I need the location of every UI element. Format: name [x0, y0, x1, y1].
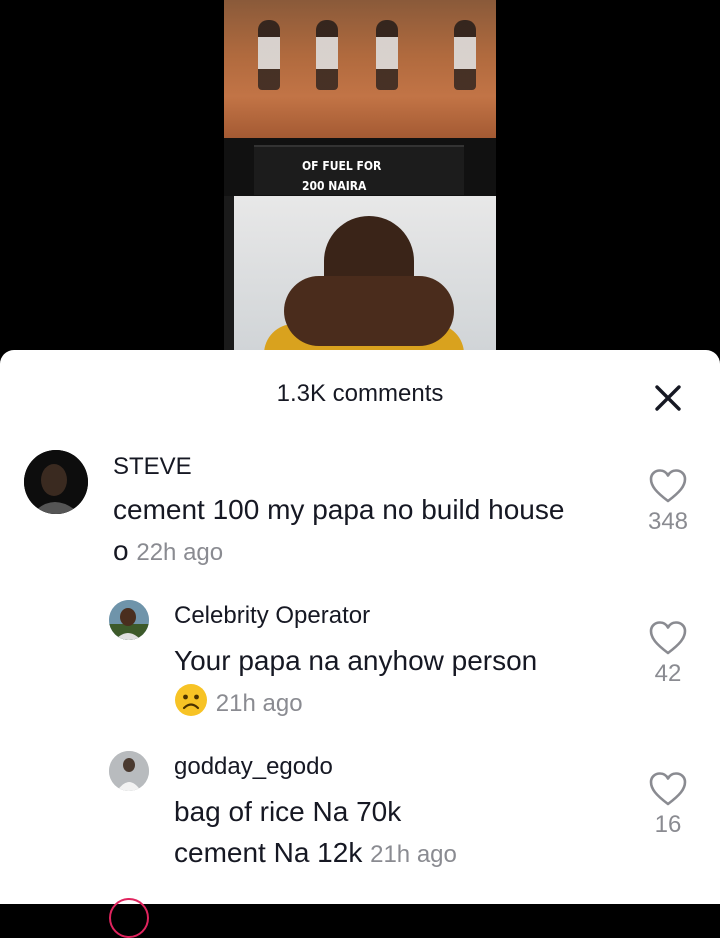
comment-item: STEVE cement 100 my papa no build house … — [0, 450, 720, 580]
close-button[interactable] — [648, 378, 688, 418]
avatar[interactable] — [109, 751, 149, 791]
comments-sheet: 1.3K comments STEVE cement 100 my papa n… — [0, 350, 720, 938]
comment-text: bag of rice Na 70k cement Na 12k 21h ago — [174, 796, 457, 868]
comment-username[interactable]: godday_egodo — [174, 753, 333, 781]
comment-text: cement 100 my papa no build house o 22h … — [113, 494, 565, 566]
video-frame: OF FUEL FOR 200 NAIRA — [224, 0, 496, 360]
close-icon — [655, 385, 681, 411]
like-button[interactable]: 348 — [640, 468, 696, 536]
like-button[interactable]: 42 — [640, 620, 696, 688]
comment-item: godday_egodo bag of rice Na 70k cement N… — [0, 751, 720, 881]
comment-username[interactable]: STEVE — [113, 453, 192, 481]
like-button[interactable]: 16 — [640, 771, 696, 839]
avatar[interactable] — [24, 450, 88, 514]
video-banner-text: OF FUEL FOR 200 NAIRA — [302, 159, 382, 193]
like-count: 348 — [647, 508, 689, 535]
avatar[interactable] — [109, 600, 149, 640]
video-scene-person — [234, 196, 496, 360]
video-scene-dancers — [224, 0, 496, 138]
heart-icon — [649, 772, 687, 806]
comment-text: Your papa na anyhow person 21h ago — [174, 645, 538, 717]
comment-timestamp: 21h ago — [215, 690, 303, 717]
comment-timestamp: 21h ago — [370, 841, 457, 868]
frowning-face-emoji — [175, 684, 207, 716]
comments-count-title: 1.3K comments — [276, 380, 444, 407]
comment-item: Celebrity Operator Your papa na anyhow p… — [0, 600, 720, 730]
like-count: 16 — [654, 811, 682, 838]
avatar[interactable] — [109, 898, 149, 938]
comment-timestamp: 22h ago — [136, 539, 224, 566]
like-count: 42 — [654, 660, 682, 687]
video-player[interactable]: OF FUEL FOR 200 NAIRA — [0, 0, 720, 360]
heart-icon — [649, 621, 687, 655]
comment-username[interactable]: Celebrity Operator — [174, 602, 370, 630]
heart-icon — [649, 469, 687, 503]
